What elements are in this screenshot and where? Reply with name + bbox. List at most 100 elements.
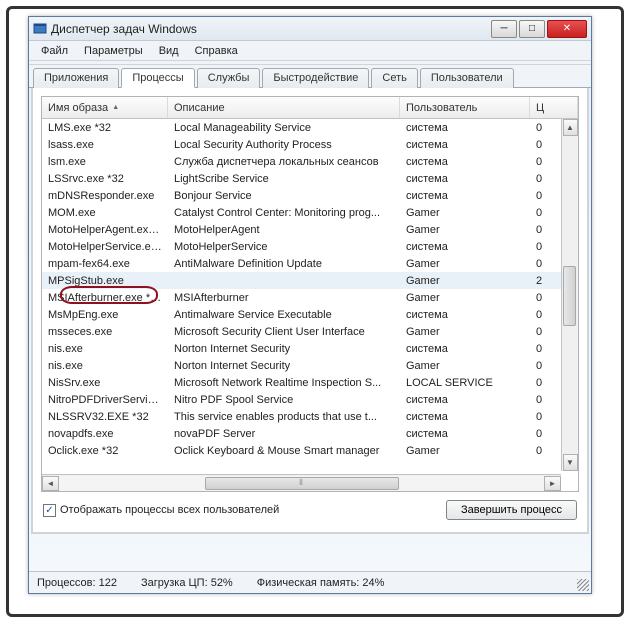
table-row[interactable]: nis.exeNorton Internet Securityсистема0 <box>42 340 578 357</box>
cell-user: Gamer <box>400 274 530 288</box>
menubar: Файл Параметры Вид Справка <box>29 41 591 61</box>
cell-desc: Microsoft Security Client User Interface <box>168 325 400 339</box>
maximize-button[interactable]: □ <box>519 20 545 38</box>
show-all-users-checkbox[interactable]: ✓ Отображать процессы всех пользователей <box>43 504 446 517</box>
cell-user: система <box>400 240 530 254</box>
scroll-up-icon[interactable]: ▲ <box>563 119 578 136</box>
cell-user: Gamer <box>400 206 530 220</box>
scroll-right-icon[interactable]: ► <box>544 476 561 491</box>
tab-users[interactable]: Пользователи <box>420 68 514 88</box>
cell-name: LSSrvc.exe *32 <box>42 172 168 186</box>
cell-desc: Antimalware Service Executable <box>168 308 400 322</box>
cell-name: NLSSRV32.EXE *32 <box>42 410 168 424</box>
menu-file[interactable]: Файл <box>33 43 76 59</box>
vertical-scrollbar[interactable]: ▲ ▼ <box>561 119 578 471</box>
table-row[interactable]: MPSigStub.exeGamer2 <box>42 272 578 289</box>
cell-name: MotoHelperAgent.exe... <box>42 223 168 237</box>
cell-desc: MSIAfterburner <box>168 291 400 305</box>
cell-user: Gamer <box>400 257 530 271</box>
tab-applications[interactable]: Приложения <box>33 68 119 88</box>
cell-name: novapdfs.exe <box>42 427 168 441</box>
table-row[interactable]: LSSrvc.exe *32LightScribe Serviceсистема… <box>42 170 578 187</box>
minimize-button[interactable]: ─ <box>491 20 517 38</box>
status-memory: Физическая память: 24% <box>257 577 385 589</box>
tab-processes[interactable]: Процессы <box>121 68 194 88</box>
vscroll-thumb[interactable] <box>563 266 576 326</box>
cell-user: система <box>400 155 530 169</box>
cell-name: MSIAfterburner.exe *32 <box>42 291 168 305</box>
cell-desc: Oclick Keyboard & Mouse Smart manager <box>168 444 400 458</box>
table-row[interactable]: MotoHelperService.ex...MotoHelperService… <box>42 238 578 255</box>
table-row[interactable]: Oclick.exe *32Oclick Keyboard & Mouse Sm… <box>42 442 578 459</box>
cell-desc: AntiMalware Definition Update <box>168 257 400 271</box>
cell-desc: Local Security Authority Process <box>168 138 400 152</box>
cell-desc: This service enables products that use t… <box>168 410 400 424</box>
scroll-left-icon[interactable]: ◄ <box>42 476 59 491</box>
table-row[interactable]: MOM.exeCatalyst Control Center: Monitori… <box>42 204 578 221</box>
cell-user: система <box>400 410 530 424</box>
col-description[interactable]: Описание <box>168 97 400 118</box>
status-cpu: Загрузка ЦП: 52% <box>141 577 233 589</box>
statusbar: Процессов: 122 Загрузка ЦП: 52% Физическ… <box>29 571 591 593</box>
cell-user: система <box>400 172 530 186</box>
col-user[interactable]: Пользователь <box>400 97 530 118</box>
table-row[interactable]: novapdfs.exenovaPDF Serverсистема0 <box>42 425 578 442</box>
sort-asc-icon: ▲ <box>112 104 119 111</box>
tabs: Приложения Процессы Службы Быстродействи… <box>29 65 591 88</box>
tab-network[interactable]: Сеть <box>371 68 417 88</box>
tab-services[interactable]: Службы <box>197 68 261 88</box>
table-row[interactable]: LMS.exe *32Local Manageability Serviceси… <box>42 119 578 136</box>
cell-desc <box>168 280 400 282</box>
menu-help[interactable]: Справка <box>187 43 246 59</box>
cell-user: система <box>400 342 530 356</box>
cell-user: Gamer <box>400 444 530 458</box>
checkbox-label: Отображать процессы всех пользователей <box>60 504 279 516</box>
checkbox-checked-icon: ✓ <box>43 504 56 517</box>
cell-user: Gamer <box>400 325 530 339</box>
table-row[interactable]: mDNSResponder.exeBonjour Serviceсистема0 <box>42 187 578 204</box>
cell-user: Gamer <box>400 223 530 237</box>
cell-name: nis.exe <box>42 342 168 356</box>
scroll-down-icon[interactable]: ▼ <box>563 454 578 471</box>
cell-name: lsm.exe <box>42 155 168 169</box>
process-table: Имя образа▲ Описание Пользователь Ц LMS.… <box>41 96 579 492</box>
table-row[interactable]: MsMpEng.exeAntimalware Service Executabl… <box>42 306 578 323</box>
end-process-button[interactable]: Завершить процесс <box>446 500 577 520</box>
table-row[interactable]: lsass.exeLocal Security Authority Proces… <box>42 136 578 153</box>
table-row[interactable]: mpam-fex64.exeAntiMalware Definition Upd… <box>42 255 578 272</box>
cell-user: Gamer <box>400 359 530 373</box>
cell-desc: Catalyst Control Center: Monitoring prog… <box>168 206 400 220</box>
cell-name: NitroPDFDriverService... <box>42 393 168 407</box>
col-image-name[interactable]: Имя образа▲ <box>42 97 168 118</box>
cell-name: msseces.exe <box>42 325 168 339</box>
table-row[interactable]: lsm.exeСлужба диспетчера локальных сеанс… <box>42 153 578 170</box>
table-row[interactable]: msseces.exeMicrosoft Security Client Use… <box>42 323 578 340</box>
table-row[interactable]: NLSSRV32.EXE *32This service enables pro… <box>42 408 578 425</box>
tab-performance[interactable]: Быстродействие <box>262 68 369 88</box>
cell-name: nis.exe <box>42 359 168 373</box>
cell-name: MotoHelperService.ex... <box>42 240 168 254</box>
hscroll-thumb[interactable]: ⦀ <box>205 477 399 490</box>
cell-desc: LightScribe Service <box>168 172 400 186</box>
cell-name: LMS.exe *32 <box>42 121 168 135</box>
cell-desc: MotoHelperService <box>168 240 400 254</box>
app-icon <box>33 22 47 36</box>
table-row[interactable]: NisSrv.exeMicrosoft Network Realtime Ins… <box>42 374 578 391</box>
cell-user: система <box>400 121 530 135</box>
resize-grip-icon[interactable] <box>577 579 589 591</box>
status-processes: Процессов: 122 <box>37 577 117 589</box>
table-row[interactable]: MotoHelperAgent.exe...MotoHelperAgentGam… <box>42 221 578 238</box>
cell-desc: Microsoft Network Realtime Inspection S.… <box>168 376 400 390</box>
close-button[interactable]: ✕ <box>547 20 587 38</box>
content-panel: Имя образа▲ Описание Пользователь Ц LMS.… <box>31 88 589 534</box>
cell-name: mDNSResponder.exe <box>42 189 168 203</box>
table-row[interactable]: nis.exeNorton Internet SecurityGamer0 <box>42 357 578 374</box>
col-cpu[interactable]: Ц <box>530 97 578 118</box>
titlebar[interactable]: Диспетчер задач Windows ─ □ ✕ <box>29 17 591 41</box>
horizontal-scrollbar[interactable]: ◄ ⦀ ► <box>42 474 561 491</box>
table-row[interactable]: NitroPDFDriverService...Nitro PDF Spool … <box>42 391 578 408</box>
table-row[interactable]: MSIAfterburner.exe *32MSIAfterburnerGame… <box>42 289 578 306</box>
cell-user: система <box>400 427 530 441</box>
menu-options[interactable]: Параметры <box>76 43 151 59</box>
menu-view[interactable]: Вид <box>151 43 187 59</box>
